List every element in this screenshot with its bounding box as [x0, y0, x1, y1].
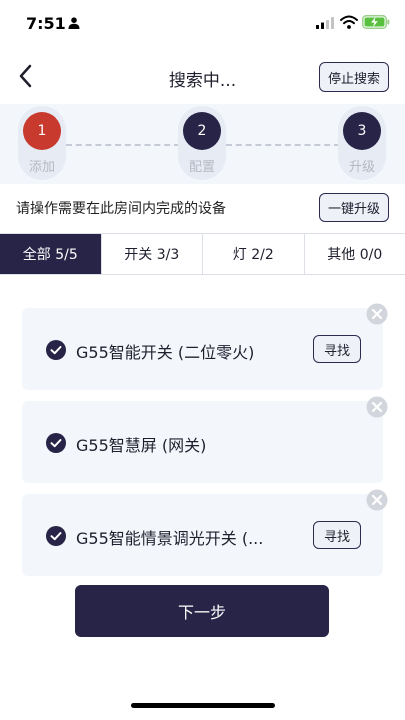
close-icon[interactable] — [366, 489, 388, 511]
check-circle-icon[interactable] — [46, 433, 66, 453]
check-circle-icon[interactable] — [46, 526, 66, 546]
tab-other[interactable]: 其他 0/0 — [303, 234, 405, 274]
tab-all[interactable]: 全部 5/5 — [0, 234, 101, 274]
check-circle-icon[interactable] — [46, 340, 66, 360]
battery-charging-icon — [362, 15, 390, 29]
step-label: 升级 — [348, 160, 375, 175]
step-number: 3 — [343, 112, 381, 150]
device-name: G55智能开关 (二位零火) — [76, 343, 255, 362]
home-indicator[interactable] — [131, 703, 275, 708]
step-configure: 2 配置 — [178, 106, 226, 180]
close-icon[interactable] — [366, 396, 388, 418]
one-click-upgrade-button[interactable]: 一键升级 — [319, 193, 389, 222]
category-tabs: 全部 5/5 开关 3/3 灯 2/2 其他 0/0 — [0, 233, 405, 275]
tab-light[interactable]: 灯 2/2 — [202, 234, 304, 274]
instruction-text: 请操作需要在此房间内完成的设备 — [16, 201, 226, 217]
status-time: 7:51 — [26, 14, 66, 33]
signal-icon — [316, 17, 334, 29]
close-icon[interactable] — [366, 303, 388, 325]
device-card: G55智慧屏 (网关) — [22, 401, 383, 483]
step-connector — [66, 144, 180, 146]
device-card: G55智能开关 (二位零火) 寻找 — [22, 308, 383, 390]
step-connector — [226, 144, 340, 146]
step-label: 配置 — [188, 160, 215, 175]
wifi-icon — [340, 15, 358, 29]
device-name: G55智能情景调光开关 (... — [76, 529, 264, 548]
person-icon — [68, 17, 80, 29]
step-number: 2 — [183, 112, 221, 150]
find-button[interactable]: 寻找 — [313, 335, 361, 363]
stop-search-button[interactable]: 停止搜索 — [319, 62, 389, 92]
step-number: 1 — [23, 112, 61, 150]
step-add: 1 添加 — [18, 106, 66, 180]
next-step-button[interactable]: 下一步 — [75, 585, 329, 637]
step-upgrade: 3 升级 — [338, 106, 386, 180]
device-card: G55智能情景调光开关 (... 寻找 — [22, 494, 383, 576]
nav-bar: 搜索中... 停止搜索 — [0, 48, 405, 104]
tab-switch[interactable]: 开关 3/3 — [100, 234, 203, 274]
status-bar: 7:51 — [0, 0, 405, 48]
device-name: G55智慧屏 (网关) — [76, 436, 207, 455]
step-label: 添加 — [28, 160, 55, 175]
find-button[interactable]: 寻找 — [313, 521, 361, 549]
